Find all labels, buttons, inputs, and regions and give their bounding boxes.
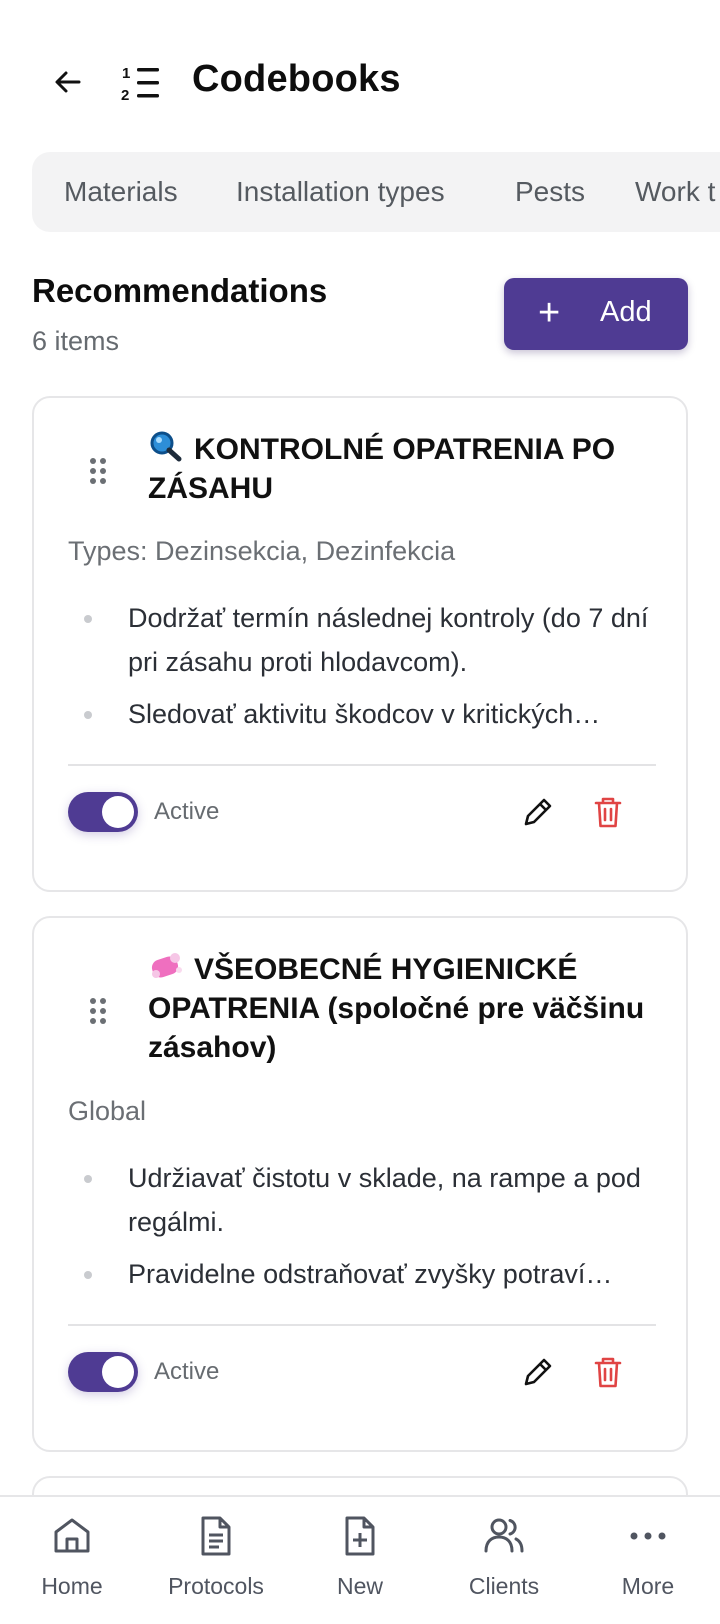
magnifying-glass-icon: [148, 430, 184, 462]
svg-text:2: 2: [121, 87, 129, 104]
recommendation-list: Dodržať termín následnej kontroly (do 7 …: [68, 596, 668, 744]
drag-handle-icon[interactable]: [90, 998, 108, 1026]
recommendation-card: VŠEOBECNÉ HYGIENICKÉ OPATRENIA (spoločné…: [32, 916, 688, 1452]
nav-new[interactable]: New: [288, 1513, 432, 1623]
card-title: KONTROLNÉ OPATRENIA PO ZÁSAHU: [148, 430, 668, 508]
codebook-tabs: Materials Installation types Pests Work …: [32, 152, 720, 232]
drag-handle-icon[interactable]: [90, 458, 108, 486]
card-title-text: KONTROLNÉ OPATRENIA PO ZÁSAHU: [148, 433, 616, 505]
edit-icon[interactable]: [518, 1352, 558, 1392]
top-app-bar: 1 2 Codebooks: [0, 0, 720, 150]
numbered-list-icon: 1 2: [121, 65, 159, 104]
file-plus-icon: [345, 1516, 375, 1556]
document-icon: [201, 1516, 231, 1556]
divider: [68, 764, 656, 766]
nav-more[interactable]: More: [576, 1513, 720, 1623]
list-item: Pravidelne odstraňovať zvyšky potraví…: [68, 1252, 668, 1296]
item-count: 6 items: [32, 326, 120, 356]
card-types: Global: [68, 1096, 147, 1126]
tab-pests[interactable]: Pests: [515, 176, 585, 208]
more-dots-icon: [630, 1532, 666, 1540]
card-title: VŠEOBECNÉ HYGIENICKÉ OPATRENIA (spoločné…: [148, 950, 668, 1067]
recommendation-list: Udržiavať čistotu v sklade, na rampe a p…: [68, 1156, 668, 1304]
recommendation-card: KONTROLNÉ OPATRENIA PO ZÁSAHU Types: Dez…: [32, 396, 688, 892]
svg-text:1: 1: [122, 65, 130, 82]
tab-work-types[interactable]: Work t: [635, 176, 715, 208]
active-label: Active: [154, 1358, 220, 1385]
home-icon: [54, 1518, 90, 1553]
trash-icon[interactable]: [588, 792, 628, 832]
nav-label: Protocols: [168, 1573, 264, 1599]
bottom-navigation: Home Protocols New Clients More: [0, 1495, 720, 1624]
plus-icon: +: [538, 292, 561, 334]
list-item: Dodržať termín následnej kontroly (do 7 …: [68, 596, 668, 684]
users-icon: [484, 1518, 524, 1553]
arrow-left-icon: [55, 71, 81, 93]
tab-materials[interactable]: Materials: [64, 176, 178, 208]
active-label: Active: [154, 798, 220, 825]
edit-icon[interactable]: [518, 792, 558, 832]
nav-label: More: [621, 1573, 675, 1599]
card-title-text: VŠEOBECNÉ HYGIENICKÉ OPATRENIA (spoločné…: [148, 953, 645, 1064]
tab-installation-types[interactable]: Installation types: [236, 176, 445, 208]
active-toggle[interactable]: [68, 792, 138, 832]
nav-label: Clients: [468, 1573, 540, 1599]
list-item: Udržiavať čistotu v sklade, na rampe a p…: [68, 1156, 668, 1244]
trash-icon[interactable]: [588, 1352, 628, 1392]
nav-clients[interactable]: Clients: [432, 1513, 576, 1623]
add-button[interactable]: + Add: [504, 278, 688, 350]
back-button[interactable]: [48, 62, 88, 102]
nav-label: New: [336, 1573, 383, 1599]
divider: [68, 1324, 656, 1326]
page-title: Codebooks: [192, 58, 401, 100]
active-toggle[interactable]: [68, 1352, 138, 1392]
nav-label: Home: [41, 1573, 103, 1599]
list-item: Sledovať aktivitu škodcov v kritických…: [68, 692, 668, 736]
add-button-label: Add: [600, 296, 652, 328]
nav-home[interactable]: Home: [0, 1513, 144, 1623]
nav-protocols[interactable]: Protocols: [144, 1513, 288, 1623]
section-title: Recommendations: [32, 272, 328, 309]
card-types: Types: Dezinsekcia, Dezinfekcia: [68, 536, 456, 566]
soap-icon: [148, 950, 184, 980]
